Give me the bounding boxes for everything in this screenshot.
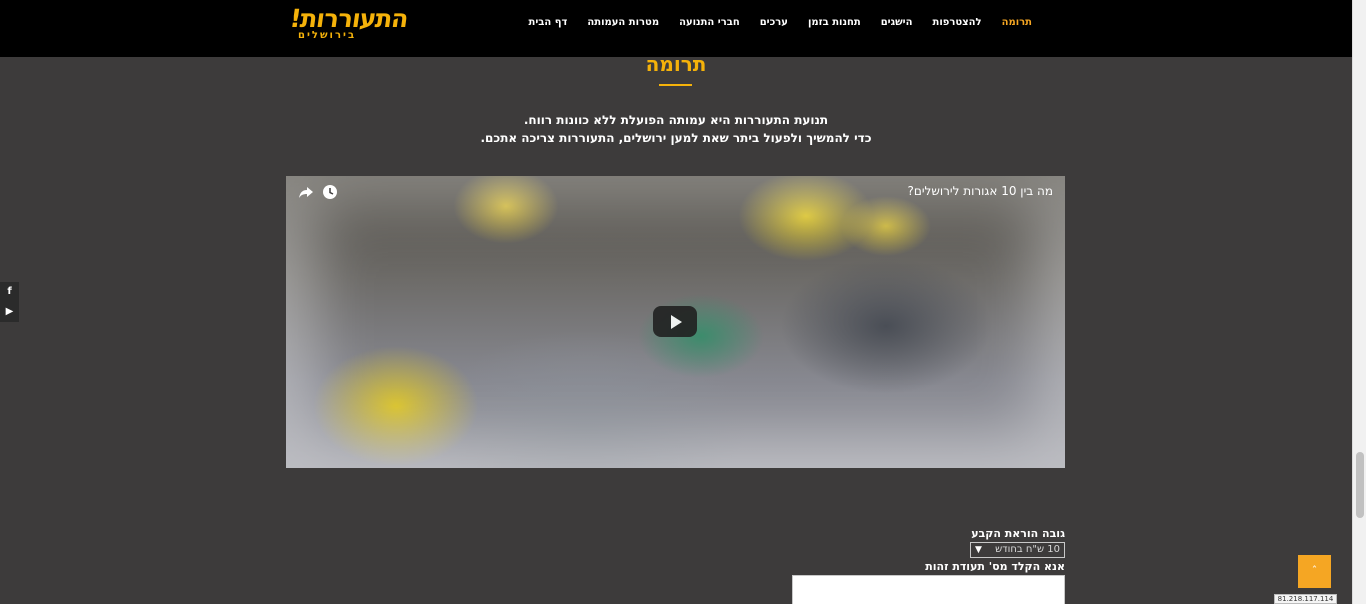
share-icon[interactable] <box>298 184 314 200</box>
nav-item-goals[interactable]: מטרות העמותה <box>577 17 669 28</box>
title-underline <box>659 84 692 86</box>
nav-item-values[interactable]: ערכים <box>750 17 798 28</box>
nav-item-join[interactable]: להצטרפות <box>923 17 992 28</box>
nav-item-donation[interactable]: תרומה <box>992 17 1042 28</box>
intro-line-1: תנועת התעוררות היא עמותה הפועלת ללא כוונ… <box>523 113 829 127</box>
nav-item-milestones[interactable]: תחנות בזמן <box>798 17 871 28</box>
intro-line-2: כדי להמשיך ולפעול ביתר שאת למען ירושלים,… <box>480 131 872 145</box>
play-icon[interactable] <box>653 306 697 337</box>
standing-order-select[interactable]: 10 ש"ח בחודש ▼ <box>970 542 1065 558</box>
facebook-icon[interactable]: f <box>0 282 19 302</box>
top-navigation-bar: התעוררות! בירושלים דף הבית מטרות העמותה … <box>0 0 1352 57</box>
nav-item-home[interactable]: דף הבית <box>519 17 578 28</box>
standing-order-value: 10 ש"ח בחודש <box>995 544 1060 555</box>
video-title[interactable]: מה בין 10 אגורות לירושלים? <box>908 184 1053 198</box>
embedded-video[interactable]: מה בין 10 אגורות לירושלים? <box>286 176 1065 468</box>
nav-item-members[interactable]: חברי התנועה <box>669 17 750 28</box>
page-scrollbar[interactable] <box>1352 0 1366 604</box>
social-sidebar: f ▶ <box>0 282 19 322</box>
intro-text: תנועת התעוררות היא עמותה הפועלת ללא כוונ… <box>0 111 1352 147</box>
logo-text: התעוררות! <box>287 4 410 33</box>
ip-address-badge: 81.218.117.114 <box>1274 594 1337 604</box>
main-nav: דף הבית מטרות העמותה חברי התנועה ערכים ת… <box>519 0 1042 45</box>
id-number-field[interactable] <box>792 575 1065 604</box>
clock-icon[interactable] <box>322 184 338 200</box>
chevron-down-icon: ▼ <box>975 545 982 555</box>
nav-item-achievements[interactable]: הישגים <box>871 17 923 28</box>
scrollbar-thumb[interactable] <box>1356 452 1364 518</box>
site-logo[interactable]: התעוררות! בירושלים <box>288 4 410 46</box>
back-to-top-button[interactable]: ˆ <box>1298 555 1331 588</box>
youtube-icon[interactable]: ▶ <box>0 302 19 322</box>
page-title: תרומה <box>645 52 707 76</box>
standing-order-label: גובה הוראת הקבע <box>971 527 1065 540</box>
logo-subtext: בירושלים <box>298 30 357 41</box>
id-number-label: אנא הקלד מס' תעודת זהות <box>925 560 1065 573</box>
